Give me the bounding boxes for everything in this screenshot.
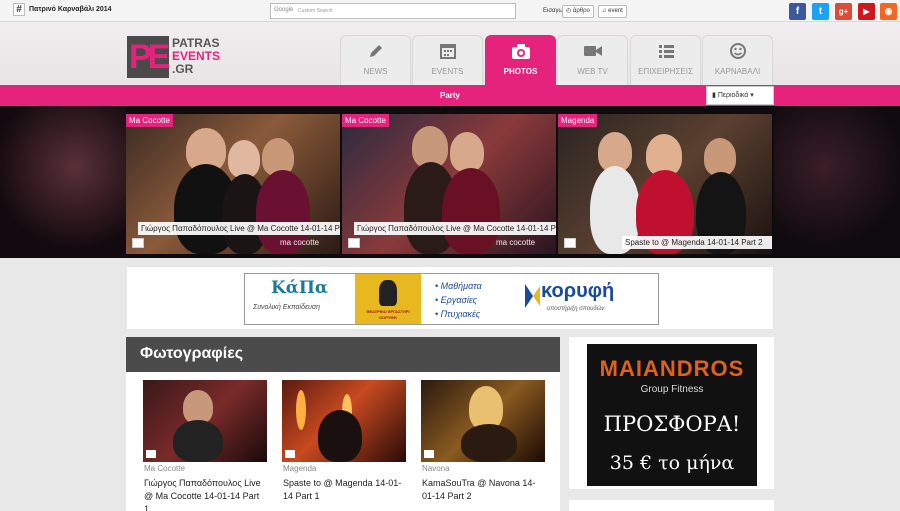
search-brand: Google	[274, 7, 294, 13]
list-icon	[631, 42, 700, 60]
photo-caption: Γιώργος Παπαδόπουλος Live @ Ma Cocotte 1…	[138, 222, 340, 235]
photo-caption: Γιώργος Παπαδόπουλος Live @ Ma Cocotte 1…	[354, 222, 556, 235]
side-ad-brand: MAIANDROS	[599, 356, 745, 381]
sidebar-widget	[569, 500, 774, 511]
magazines-dropdown[interactable]: ▮ Περιοδικά ▾	[706, 86, 774, 105]
add-label: Εισαγω	[543, 8, 564, 14]
ad-banner[interactable]: ΚάΠα Συνολική Εκπαίδευση ΘΕΑΤΡΙΚΟ ΕΡΓΑΣΤ…	[244, 273, 659, 325]
sidebar-ad-container: MAIANDROS Group Fitness ΠΡΟΣΦΟΡΑ! 35 € τ…	[569, 337, 774, 489]
photo-card[interactable]: Navona KamaSouTra @ Navona 14-01-14 Part…	[421, 380, 545, 511]
hashtag-icon: #	[13, 3, 25, 16]
site-header: PE PATRAS EVENTS .GR NEWS EVENTS PHOTOS …	[0, 22, 900, 85]
logo-text-gr: .GR	[172, 62, 194, 76]
youtube-icon[interactable]: ▶	[858, 3, 875, 20]
pencil-icon	[341, 42, 410, 60]
photo-watermark: ma cocotte	[280, 238, 320, 247]
ad-brand-mark-icon	[523, 282, 540, 308]
photo-venue-label: Ma Cocotte	[126, 114, 173, 127]
photos-section-header: Φωτογραφίες	[126, 337, 560, 372]
photo-caption: Spaste to @ Magenda 14-01-14 Part 2	[622, 236, 772, 249]
photo-card[interactable]: Ma Cocotte Γιώργος Παπαδόπουλος Live @ M…	[143, 380, 267, 511]
photo-card-title[interactable]: KamaSouTra @ Navona 14-01-14 Part 2	[422, 477, 544, 503]
music-note-icon: ♫	[602, 8, 607, 14]
logo-text-events: EVENTS	[172, 49, 221, 63]
photo-card-venue: Ma Cocotte	[144, 464, 185, 473]
strip-edge-right	[774, 106, 900, 258]
brand-badge	[424, 450, 434, 458]
nav-tab-news[interactable]: NEWS	[340, 35, 411, 85]
featured-photo[interactable]: Ma Cocotte Γιώργος Παπαδόπουλος Live @ M…	[342, 114, 556, 254]
ad-kapa-subtitle: Συνολική Εκπαίδευση	[253, 304, 320, 311]
ad-item: • Πτυχιακές	[435, 309, 481, 319]
caret-down-icon: ▾	[750, 92, 754, 99]
ad-poster-figure	[379, 280, 397, 306]
nav-tab-webtv[interactable]: WEB TV	[557, 35, 628, 85]
trending-tag-link[interactable]: Πατρινό Καρναβάλι 2014	[29, 6, 112, 13]
side-ad-price: 35 € το μήνα	[609, 452, 735, 474]
photo-card-image[interactable]	[421, 380, 545, 462]
nav-tab-carnival[interactable]: ΚΑΡΝΑΒΑΛΙ	[702, 35, 773, 85]
photo-venue-label: Magenda	[558, 114, 598, 127]
ad-item: • Μαθήματα	[435, 281, 482, 291]
video-camera-icon	[558, 42, 627, 60]
rss-icon[interactable]: ◉	[880, 3, 897, 20]
photo-card-venue: Magenda	[283, 464, 317, 473]
smiley-icon	[703, 42, 772, 60]
ad-kapa-title: ΚάΠα	[271, 278, 328, 298]
brand-badge	[132, 238, 144, 248]
brand-badge	[564, 238, 576, 248]
logo-mark: PE	[127, 36, 169, 78]
nav-tab-events[interactable]: EVENTS	[412, 35, 483, 85]
photo-watermark: ma cocotte	[496, 238, 536, 247]
search-input[interactable]: Google Custom Search	[270, 3, 516, 19]
twitter-icon[interactable]: t	[812, 3, 829, 20]
camera-icon	[486, 42, 555, 60]
photo-card-image[interactable]	[143, 380, 267, 462]
site-logo[interactable]: PE PATRAS EVENTS .GR	[127, 36, 227, 78]
ad-banner-container: ΚάΠα Συνολική Εκπαίδευση ΘΕΑΤΡΙΚΟ ΕΡΓΑΣΤ…	[126, 266, 774, 330]
featured-photo[interactable]: Ma Cocotte Γιώργος Παπαδόπουλος Live @ M…	[126, 114, 340, 254]
ad-item: • Εργασίες	[435, 295, 477, 305]
photo-card-title[interactable]: Spaste to @ Magenda 14-01-14 Part 1	[283, 477, 405, 503]
ad-poster: ΘΕΑΤΡΙΚΟ ΕΡΓΑΣΤΗΡΙ ΚΟΡΥΦΗ	[355, 274, 421, 324]
featured-photo[interactable]: Magenda Spaste to @ Magenda 14-01-14 Par…	[558, 114, 772, 254]
calendar-icon	[413, 42, 482, 60]
section-title: Φωτογραφίες	[140, 345, 244, 362]
side-ad-subtitle: Group Fitness	[640, 384, 704, 395]
add-event-button[interactable]: ♫ event	[598, 5, 627, 18]
google-plus-icon[interactable]: g+	[835, 3, 852, 20]
add-article-button[interactable]: ◴ άρθρο	[562, 5, 594, 18]
photo-venue-label: Ma Cocotte	[342, 114, 389, 127]
clock-icon: ◴	[566, 8, 572, 14]
logo-text-patras: PATRAS	[172, 36, 220, 50]
ad-brand-name: κορυφή	[541, 280, 615, 302]
brand-badge	[146, 450, 156, 458]
photo-card-title[interactable]: Γιώργος Παπαδόπουλος Live @ Ma Cocotte 1…	[144, 477, 266, 511]
facebook-icon[interactable]: f	[789, 3, 806, 20]
sidebar-ad[interactable]: MAIANDROS Group Fitness ΠΡΟΣΦΟΡΑ! 35 € τ…	[587, 344, 757, 486]
side-ad-offer: ΠΡΟΣΦΟΡΑ!	[603, 412, 741, 436]
featured-photo-strip: Ma Cocotte Γιώργος Παπαδόπουλος Live @ M…	[0, 106, 900, 258]
brand-badge	[285, 450, 295, 458]
photo-card-image[interactable]	[282, 380, 406, 462]
nav-tab-businesses[interactable]: ΕΠΙΧΕΙΡΗΣΕΙΣ	[630, 35, 701, 85]
book-icon: ▮	[712, 92, 716, 99]
search-placeholder: Custom Search	[298, 8, 333, 14]
nav-tab-photos[interactable]: PHOTOS	[485, 35, 556, 85]
top-bar: # Πατρινό Καρναβάλι 2014 Google Custom S…	[0, 0, 900, 22]
ad-brand-subtitle: υποστήριξη σπουδών	[547, 306, 605, 312]
subnav-bar: Party ▮ Περιοδικά ▾	[0, 85, 900, 106]
brand-badge	[348, 238, 360, 248]
strip-edge-left	[0, 106, 126, 258]
photo-card[interactable]: Magenda Spaste to @ Magenda 14-01-14 Par…	[282, 380, 406, 511]
photo-card-venue: Navona	[422, 464, 450, 473]
